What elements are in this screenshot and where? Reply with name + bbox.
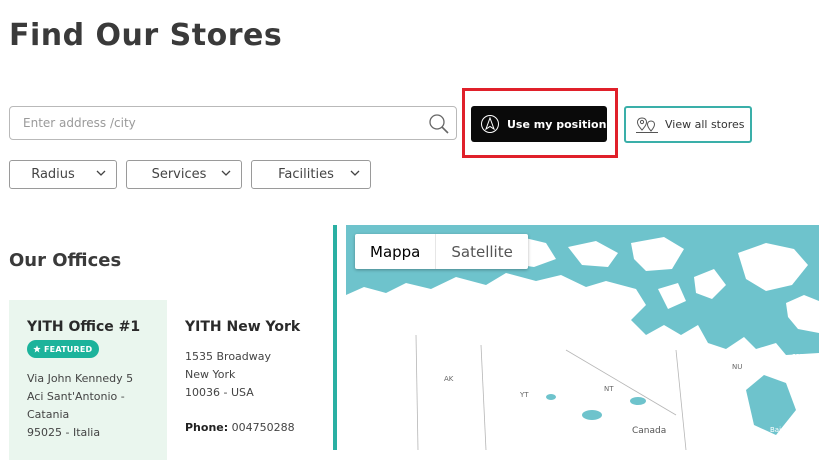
- store-map[interactable]: AK YT NT NU Canada Baia di Hudson ssage …: [346, 225, 819, 450]
- offices-heading: Our Offices: [9, 250, 122, 271]
- view-all-stores-button[interactable]: View all stores: [624, 106, 752, 143]
- page-title: Find Our Stores: [9, 18, 283, 53]
- map-label: Nordov: [792, 361, 818, 369]
- use-my-position-label: Use my position: [507, 117, 607, 131]
- filter-radius[interactable]: Radius: [9, 160, 117, 189]
- chevron-down-icon: [350, 170, 360, 176]
- store-phone: Phone: 004750288: [185, 421, 295, 434]
- map-label: Baia di: [770, 426, 794, 434]
- map-type-tabs: Mappa Satellite: [355, 234, 528, 269]
- map-label: AK: [444, 375, 454, 383]
- search-icon[interactable]: [428, 113, 450, 135]
- star-icon: [33, 345, 41, 353]
- store-address: Via John Kennedy 5 Aci Sant'Antonio - Ca…: [27, 372, 134, 439]
- chevron-down-icon: [221, 170, 231, 176]
- filter-services[interactable]: Services: [126, 160, 242, 189]
- tab-satellite[interactable]: Satellite: [435, 234, 527, 269]
- store-name[interactable]: YITH New York: [185, 319, 300, 335]
- chevron-down-icon: [96, 170, 106, 176]
- featured-badge: FEATURED: [27, 340, 100, 358]
- map-label: NU: [732, 363, 743, 371]
- map-label: YT: [520, 391, 529, 399]
- view-all-stores-label: View all stores: [665, 118, 745, 131]
- location-arrow-icon: [481, 115, 499, 133]
- search-input[interactable]: [10, 107, 423, 139]
- store-address: 1535 Broadway New York 10036 - USA: [185, 350, 272, 399]
- filter-facilities[interactable]: Facilities: [251, 160, 371, 189]
- tab-map[interactable]: Mappa: [355, 234, 435, 269]
- map-label: Canada: [632, 426, 667, 436]
- store-name[interactable]: YITH Office #1: [27, 319, 140, 335]
- list-map-divider: [333, 225, 337, 450]
- map-label: NT: [604, 385, 614, 393]
- map-label: Hudson: [770, 435, 797, 443]
- map-pins-icon: [636, 116, 658, 133]
- use-my-position-button[interactable]: Use my position: [471, 106, 607, 142]
- map-label: ssage: [792, 352, 813, 360]
- search-box[interactable]: [9, 106, 457, 140]
